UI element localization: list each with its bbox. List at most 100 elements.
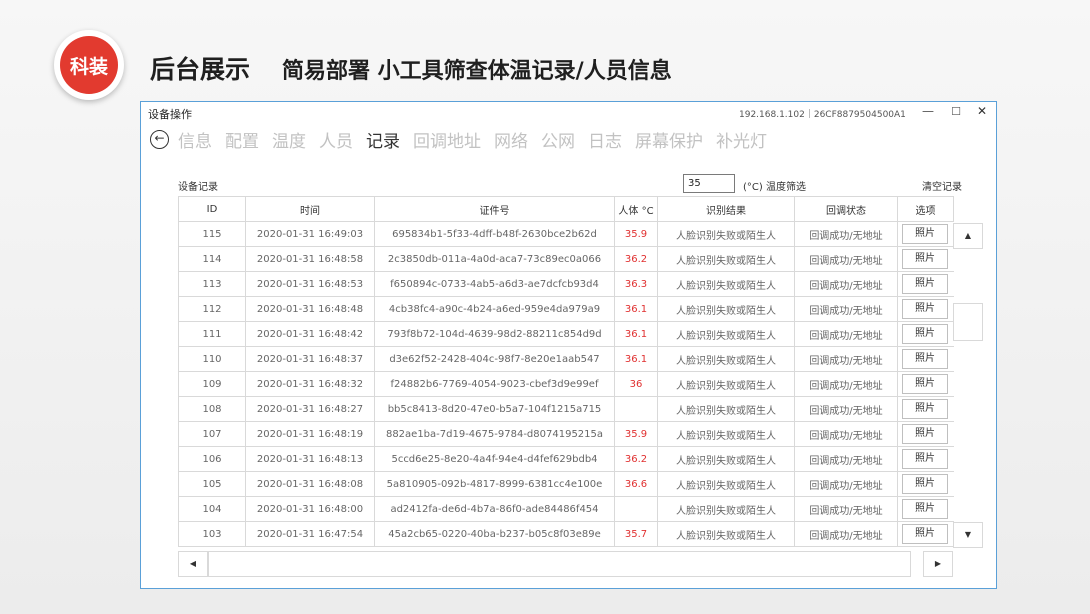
col-header-result[interactable]: 识别结果 [657,196,795,222]
cell-result: 人脸识别失败或陌生人 [657,471,795,497]
table-row[interactable]: 112 2020-01-31 16:48:48 4cb38fc4-a90c-4b24… [178,296,954,322]
photo-button[interactable]: 照片 [902,249,948,269]
table-header-row: ID 时间 证件号 人体 °C 识别结果 回调状态 选项 [178,196,954,222]
slide-subtitle: 简易部署 小工具筛查体温记录/人员信息 [282,59,672,84]
photo-button[interactable]: 照片 [902,374,948,394]
tab-1[interactable]: 配置 [225,127,259,152]
photo-button[interactable]: 照片 [902,299,948,319]
clear-records-button[interactable]: 清空记录 [922,178,962,193]
scroll-down-icon[interactable]: ▼ [953,522,983,548]
photo-button[interactable]: 照片 [902,324,948,344]
tab-2[interactable]: 温度 [272,127,306,152]
cell-time: 2020-01-31 16:48:27 [245,396,375,422]
cell-id: 104 [178,496,246,522]
cell-cert: 45a2cb65-0220-40ba-b237-b05c8f03e89e [374,521,615,547]
tab-6[interactable]: 网络 [494,127,528,152]
scroll-up-icon[interactable]: ▲ [953,223,983,249]
photo-button[interactable]: 照片 [902,399,948,419]
cell-result: 人脸识别失败或陌生人 [657,346,795,372]
scroll-right-icon[interactable]: ▶ [923,551,953,577]
table-row[interactable]: 111 2020-01-31 16:48:42 793f8b72-104d-4639… [178,321,954,347]
col-header-callback[interactable]: 回调状态 [794,196,898,222]
back-arrow-icon[interactable]: ← [150,130,169,149]
cell-id: 114 [178,246,246,272]
temp-filter-label: (°C) 温度筛选 [743,182,806,193]
col-header-cert[interactable]: 证件号 [374,196,615,222]
cell-id: 103 [178,521,246,547]
col-header-options[interactable]: 选项 [897,196,954,222]
cell-callback: 回调成功/无地址 [794,521,898,547]
photo-button[interactable]: 照片 [902,349,948,369]
maximize-button[interactable]: ☐ [948,105,964,118]
table-row[interactable]: 109 2020-01-31 16:48:32 f24882b6-7769-4054… [178,371,954,397]
cell-id: 105 [178,471,246,497]
cell-temp: 36 [614,371,658,397]
cell-cert: bb5c8413-8d20-47e0-b5a7-104f1215a715 [374,396,615,422]
table-row[interactable]: 115 2020-01-31 16:49:03 695834b1-5f33-4dff… [178,221,954,247]
table-row[interactable]: 106 2020-01-31 16:48:13 5ccd6e25-8e20-4a4f… [178,446,954,472]
table-row[interactable]: 113 2020-01-31 16:48:53 f650894c-0733-4ab5… [178,271,954,297]
cell-time: 2020-01-31 16:48:58 [245,246,375,272]
tab-3[interactable]: 人员 [319,127,353,152]
cell-temp: 35.9 [614,221,658,247]
cell-options: 照片 [897,296,954,322]
cell-callback: 回调成功/无地址 [794,246,898,272]
table-row[interactable]: 107 2020-01-31 16:48:19 882ae1ba-7d19-4675… [178,421,954,447]
cell-time: 2020-01-31 16:48:42 [245,321,375,347]
tab-8[interactable]: 日志 [588,127,622,152]
table-row[interactable]: 104 2020-01-31 16:48:00 ad2412fa-de6d-4b7a… [178,496,954,522]
tab-4[interactable]: 记录 [366,127,400,152]
cell-cert: f24882b6-7769-4054-9023-cbef3d9e99ef [374,371,615,397]
cell-temp [614,396,658,422]
tab-0[interactable]: 信息 [178,127,212,152]
cell-result: 人脸识别失败或陌生人 [657,371,795,397]
cell-result: 人脸识别失败或陌生人 [657,271,795,297]
temp-filter-input[interactable] [683,174,735,193]
cell-time: 2020-01-31 16:48:19 [245,421,375,447]
table-row[interactable]: 114 2020-01-31 16:48:58 2c3850db-011a-4a0d… [178,246,954,272]
table-row[interactable]: 110 2020-01-31 16:48:37 d3e62f52-2428-404c… [178,346,954,372]
close-button[interactable]: ✕ [974,104,990,118]
cell-callback: 回调成功/无地址 [794,221,898,247]
cell-cert: d3e62f52-2428-404c-98f7-8e20e1aab547 [374,346,615,372]
cell-result: 人脸识别失败或陌生人 [657,246,795,272]
cell-cert: 4cb38fc4-a90c-4b24-a6ed-959e4da979a9 [374,296,615,322]
photo-button[interactable]: 照片 [902,224,948,244]
vertical-scroll-thumb[interactable] [953,303,983,341]
table-row[interactable]: 105 2020-01-31 16:48:08 5a810905-092b-4817… [178,471,954,497]
col-header-temp[interactable]: 人体 °C [614,196,658,222]
horizontal-scrollbar[interactable]: ◀ ▶ [178,551,953,577]
cell-time: 2020-01-31 16:48:37 [245,346,375,372]
cell-cert: 793f8b72-104d-4639-98d2-88211c854d9d [374,321,615,347]
photo-button[interactable]: 照片 [902,499,948,519]
col-header-id[interactable]: ID [178,196,246,222]
cell-temp [614,496,658,522]
cell-result: 人脸识别失败或陌生人 [657,296,795,322]
cell-options: 照片 [897,521,954,547]
tab-7[interactable]: 公网 [541,127,575,152]
cell-callback: 回调成功/无地址 [794,396,898,422]
cell-temp: 35.7 [614,521,658,547]
table-row[interactable]: 103 2020-01-31 16:47:54 45a2cb65-0220-40ba… [178,521,954,547]
scroll-left-icon[interactable]: ◀ [178,551,208,577]
col-header-time[interactable]: 时间 [245,196,375,222]
horizontal-scroll-thumb[interactable] [208,551,911,577]
cell-temp: 36.1 [614,346,658,372]
minimize-button[interactable]: — [920,104,936,118]
table-row[interactable]: 108 2020-01-31 16:48:27 bb5c8413-8d20-47e0… [178,396,954,422]
tab-9[interactable]: 屏幕保护 [635,127,703,152]
tab-5[interactable]: 回调地址 [413,127,481,152]
tab-10[interactable]: 补光灯 [716,127,767,152]
photo-button[interactable]: 照片 [902,474,948,494]
photo-button[interactable]: 照片 [902,274,948,294]
vertical-scrollbar[interactable]: ▲ ▼ [953,221,983,549]
photo-button[interactable]: 照片 [902,524,948,544]
photo-button[interactable]: 照片 [902,424,948,444]
photo-button[interactable]: 照片 [902,449,948,469]
cell-id: 108 [178,396,246,422]
cell-callback: 回调成功/无地址 [794,296,898,322]
cell-temp: 36.1 [614,321,658,347]
cell-temp: 36.2 [614,446,658,472]
cell-id: 109 [178,371,246,397]
cell-result: 人脸识别失败或陌生人 [657,221,795,247]
